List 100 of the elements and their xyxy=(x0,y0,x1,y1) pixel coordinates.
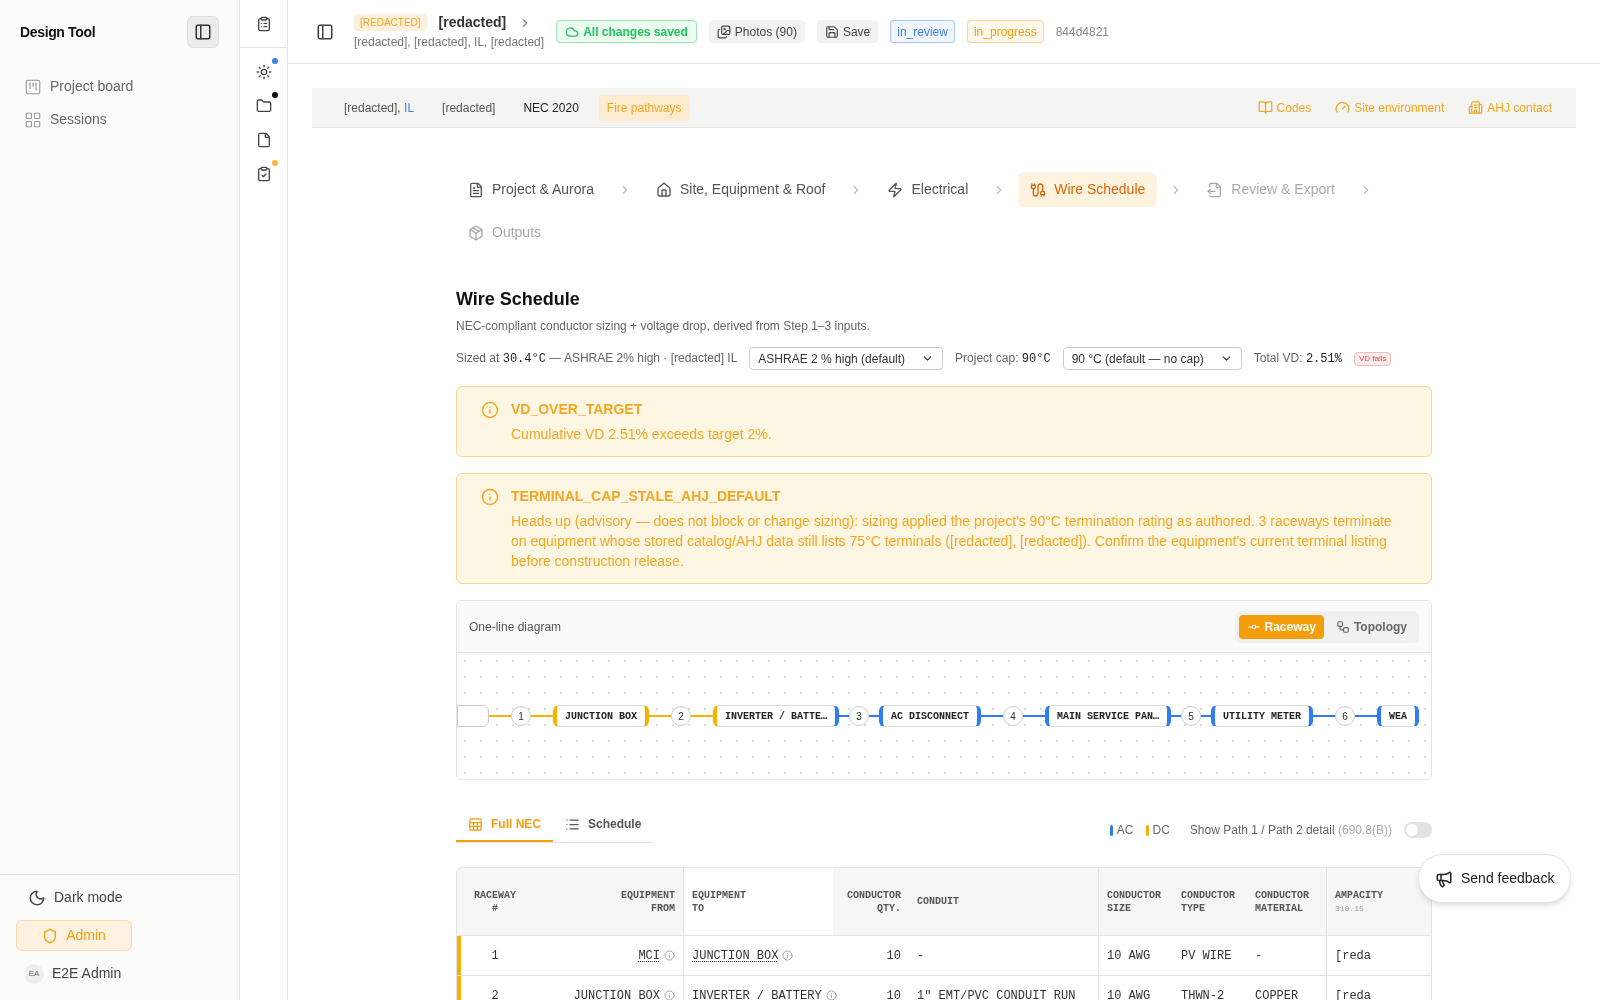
alert-code: TERMINAL_CAP_STALE_AHJ_DEFAULT xyxy=(511,487,782,506)
project-tag: [REDACTED] xyxy=(354,14,427,31)
project-icon xyxy=(468,181,484,198)
table-icon xyxy=(468,816,483,832)
table-cell-text: 1" EMT/PVC CONDUIT RUN xyxy=(917,987,1076,1000)
info-label: [redacted], IL xyxy=(343,99,416,117)
project-address: [redacted], [redacted], IL, [redacted] xyxy=(354,34,545,51)
table-cell-text: 10 xyxy=(886,947,901,965)
raceway-number[interactable]: 5 xyxy=(1181,706,1202,726)
collapse-sidebar-button[interactable] xyxy=(187,16,219,48)
diagram-node[interactable]: MAIN SERVICE PAN… xyxy=(1045,705,1172,727)
page-title: Wire Schedule xyxy=(456,288,581,311)
images-icon xyxy=(716,24,731,39)
dark-mode-button[interactable]: Dark mode xyxy=(16,887,223,908)
sizing-note: Sized at 30.4°C — ASHRAE 2% high · [redacted] IL xyxy=(456,350,738,368)
sun-icon[interactable] xyxy=(255,64,272,80)
site-icon xyxy=(655,181,672,198)
shield-icon xyxy=(42,927,59,944)
column-header: CONDUCTOR QTY. xyxy=(846,888,902,916)
gauge-icon xyxy=(1335,100,1351,115)
table-cell-text: - xyxy=(917,947,925,965)
table-cell-text: INVERTER / BATTERY xyxy=(692,987,822,1000)
send-feedback-button[interactable]: Send feedback xyxy=(1418,854,1572,903)
cap-select[interactable]: 90 °C (default — no cap) xyxy=(1062,347,1242,370)
table-cell-text: 10 AWG xyxy=(1107,947,1151,965)
megaphone-icon xyxy=(1435,869,1453,888)
column-header: RACEWAY # xyxy=(473,888,517,916)
table-cell-text: [reda xyxy=(1335,947,1371,965)
diagram-title: One-line diagram xyxy=(469,618,562,636)
save-status-badge: All changes saved xyxy=(556,20,697,43)
diagram-node[interactable]: WEA xyxy=(1377,705,1420,727)
board-icon xyxy=(24,77,42,96)
table-cell-text: JUNCTION BOX xyxy=(692,947,779,965)
outputs-icon xyxy=(468,224,484,241)
project-cap-label: Project cap: 90°C xyxy=(955,350,1051,368)
clipboard-icon[interactable] xyxy=(255,15,272,32)
save-button[interactable]: Save xyxy=(816,20,879,43)
column-header: AMPACITY 310.15 xyxy=(1334,888,1384,915)
user-name: E2E Admin xyxy=(52,964,122,983)
info-label: [redacted] xyxy=(441,99,497,117)
sidebar-toggle-icon xyxy=(194,23,212,41)
table-cell-text: 1 xyxy=(491,947,499,965)
raceway-number[interactable]: 1 xyxy=(511,706,531,726)
folder-icon[interactable] xyxy=(255,98,272,114)
column-header: CONDUCTOR TYPE xyxy=(1180,888,1236,916)
table-cell-text: JUNCTION BOX xyxy=(573,987,660,1000)
alert-message: Cumulative VD 2.51% exceeds target 2%. xyxy=(511,425,772,444)
design-temp-select[interactable]: ASHRAE 2 % high (default) xyxy=(749,347,944,370)
sidebar-item[interactable]: Project board xyxy=(24,72,215,101)
info-label: NEC 2020 xyxy=(522,99,580,117)
raceway-number[interactable]: 2 xyxy=(671,706,691,726)
project-id: 844d4821 xyxy=(1055,23,1110,41)
diagram-node[interactable] xyxy=(457,705,489,727)
path-detail-label: Show Path 1 / Path 2 detail (690.8(B)) xyxy=(1189,822,1392,839)
info-icon xyxy=(481,401,499,419)
column-header: EQUIPMENT FROM xyxy=(620,888,676,916)
path-detail-toggle[interactable] xyxy=(1404,822,1432,838)
file-icon[interactable] xyxy=(255,132,272,148)
step-tab[interactable]: Site, Equipment & Roof xyxy=(643,172,838,207)
column-header: CONDUCTOR MATERIAL xyxy=(1247,868,1327,935)
panel-toggle-icon[interactable] xyxy=(316,22,334,41)
step-tab[interactable]: Electrical xyxy=(875,172,981,207)
list-icon xyxy=(565,816,580,832)
raceway-number[interactable]: 3 xyxy=(849,706,870,726)
table-cell-text: 2 xyxy=(491,987,499,1000)
diagram-node[interactable]: AC DISCONNECT xyxy=(879,705,982,727)
review-icon xyxy=(1207,181,1224,198)
alert-code: VD_OVER_TARGET xyxy=(511,400,644,419)
raceway-number[interactable]: 4 xyxy=(1003,706,1024,726)
book-icon xyxy=(1257,100,1273,115)
save-icon xyxy=(824,24,839,39)
column-header: CONDUCTOR SIZE xyxy=(1106,888,1162,916)
legend-label: DC xyxy=(1152,822,1170,839)
table-cell-text: 10 xyxy=(886,987,901,1000)
diagram-node[interactable]: INVERTER / BATTE… xyxy=(713,705,840,727)
building-icon xyxy=(1468,100,1484,115)
project-title: [redacted] xyxy=(438,13,507,32)
info-tag: Fire pathways xyxy=(598,94,690,121)
view-toggle[interactable]: Topology xyxy=(1327,614,1415,639)
cloud-icon xyxy=(565,24,580,39)
diagram-node[interactable]: UTILITY METER xyxy=(1211,705,1314,727)
electrical-icon xyxy=(887,181,904,198)
grid-icon xyxy=(24,110,42,129)
sidebar-item[interactable]: Sessions xyxy=(24,105,215,134)
column-header: EQUIPMENT TO xyxy=(683,868,833,935)
legend-label: AC xyxy=(1116,822,1134,839)
diagram-node[interactable]: JUNCTION BOX xyxy=(553,705,649,727)
step-tab[interactable]: Project & Aurora xyxy=(456,172,606,207)
table-tab[interactable]: Schedule xyxy=(553,808,654,842)
status-badge: in_progress xyxy=(966,20,1044,43)
raceway-number[interactable]: 6 xyxy=(1335,706,1356,726)
table-cell-text: MCI xyxy=(638,947,660,965)
app-name: Design Tool xyxy=(20,22,96,42)
table-cell-text: 10 AWG xyxy=(1107,987,1151,1000)
user-avatar: EA xyxy=(24,963,44,984)
checklist-icon[interactable] xyxy=(255,166,272,182)
workflow-icon xyxy=(1335,619,1350,634)
table-cell-text: - xyxy=(1255,947,1263,965)
photos-button[interactable]: Photos (90) xyxy=(708,20,805,43)
column-header: CONDUIT xyxy=(909,868,1099,935)
